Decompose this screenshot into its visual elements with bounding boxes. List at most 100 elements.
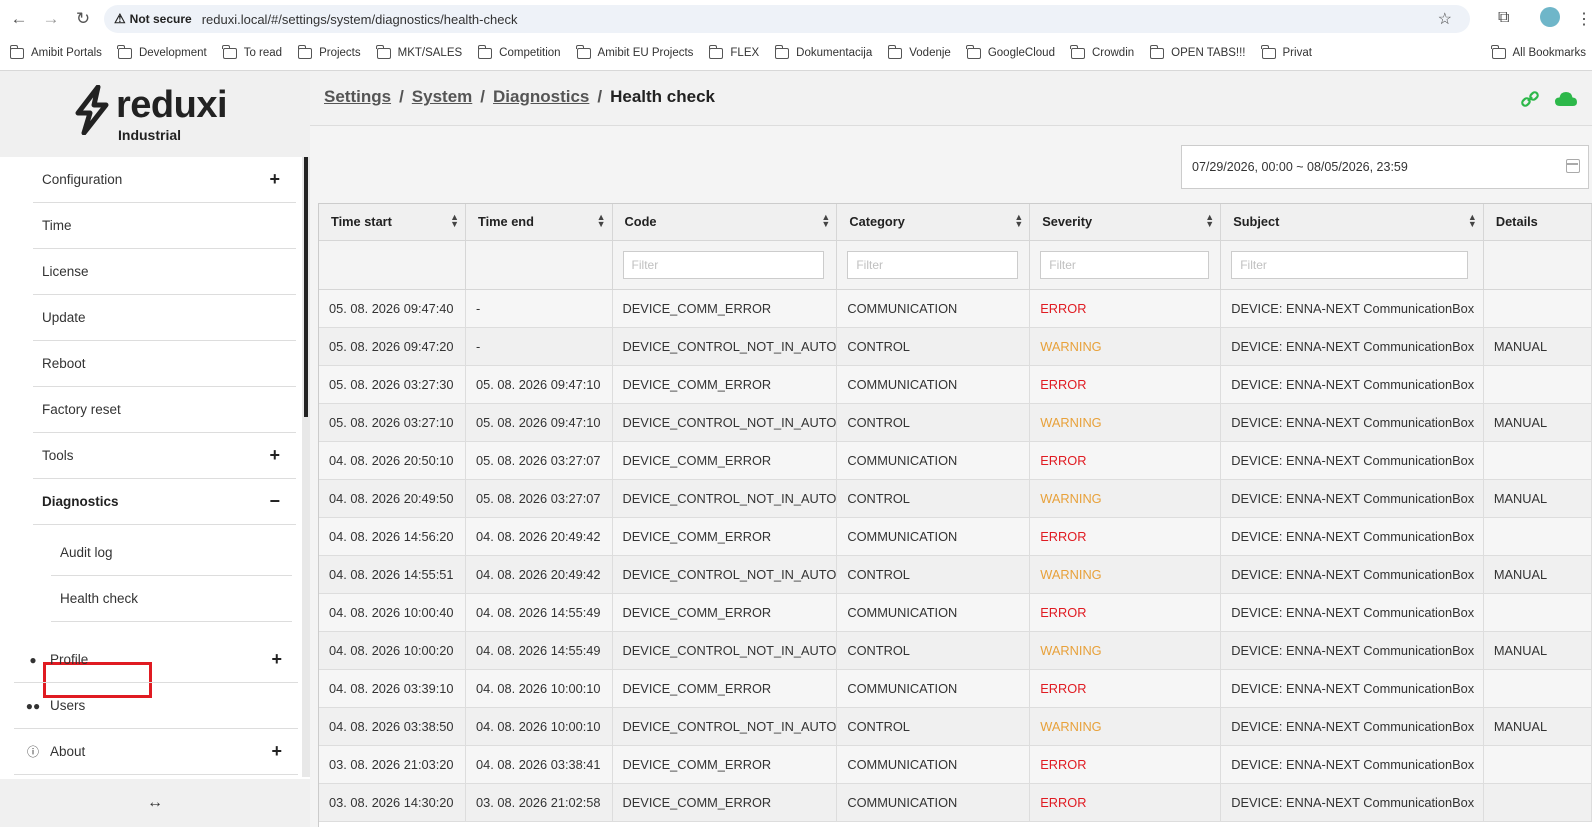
sort-icon[interactable]: ▲ ▼ <box>1468 213 1477 229</box>
security-indicator[interactable]: ⚠ Not secure <box>114 11 192 27</box>
calendar-icon[interactable] <box>1566 159 1580 173</box>
table-row[interactable]: 04. 08. 2026 10:00:40 04. 08. 2026 14:55:… <box>319 593 1592 632</box>
breadcrumb-system[interactable]: System <box>412 87 472 107</box>
table-cell: 05. 08. 2026 09:47:20 <box>319 327 466 366</box>
bookmark-item[interactable]: Dokumentacija <box>774 44 872 59</box>
bookmark-item[interactable]: To read <box>222 44 282 59</box>
breadcrumb-settings[interactable]: Settings <box>324 87 391 107</box>
table-row[interactable]: 03. 08. 2026 21:03:20 04. 08. 2026 03:38:… <box>319 745 1592 784</box>
sidebar-item-profile[interactable]: ● Profile + <box>14 637 298 683</box>
sidebar-item-about[interactable]: ⓘ About + <box>14 729 298 775</box>
minus-icon[interactable]: − <box>269 491 280 512</box>
sort-icon[interactable]: ▲ ▼ <box>597 213 606 229</box>
table-row[interactable]: 05. 08. 2026 09:47:40- DEVICE_COMM_ERROR C… <box>319 289 1592 328</box>
filter-input[interactable] <box>1231 250 1468 279</box>
back-icon[interactable]: ← <box>6 6 32 32</box>
bookmark-item[interactable]: Amibit Portals <box>9 44 102 59</box>
bookmark-item[interactable]: Projects <box>297 44 361 59</box>
sidebar-item-tools[interactable]: Tools + <box>33 433 296 479</box>
table-cell: CONTROL <box>836 403 1031 442</box>
table-cell: DEVICE_CONTROL_NOT_IN_AUTO <box>612 327 838 366</box>
filter-input[interactable] <box>1040 250 1210 279</box>
table-row[interactable]: 04. 08. 2026 20:49:50 05. 08. 2026 03:27:… <box>319 479 1592 518</box>
sort-icon[interactable]: ▲ ▼ <box>1205 213 1214 229</box>
sidebar-subitem-health-check[interactable]: Health check <box>51 576 292 622</box>
table-row[interactable]: 05. 08. 2026 03:27:30 05. 08. 2026 09:47:… <box>319 365 1592 404</box>
bookmark-item[interactable]: FLEX <box>708 44 759 59</box>
table-row[interactable]: 03. 08. 2026 14:30:20 03. 08. 2026 21:02:… <box>319 783 1592 822</box>
reload-icon[interactable]: ↻ <box>70 6 96 32</box>
link-icon[interactable] <box>1520 89 1540 109</box>
date-range-picker[interactable]: 07/29/2026, 00:00 ~ 08/05/2026, 23:59 <box>1181 145 1589 189</box>
bookmark-star-icon[interactable]: ☆ <box>1438 9 1452 29</box>
sidebar-item-update[interactable]: Update <box>33 295 296 341</box>
table-cell: 05. 08. 2026 09:47:10 <box>465 365 613 404</box>
breadcrumb-diagnostics[interactable]: Diagnostics <box>493 87 589 107</box>
address-bar[interactable]: ⚠ Not secure reduxi.local/#/settings/sys… <box>104 5 1470 33</box>
sidebar-item-reboot[interactable]: Reboot <box>33 341 296 387</box>
folder-icon <box>222 44 237 59</box>
page-header: Settings / System / Diagnostics / Health… <box>310 71 1592 126</box>
table-cell: DEVICE_COMM_ERROR <box>612 441 838 480</box>
url-text[interactable]: reduxi.local/#/settings/system/diagnosti… <box>202 12 518 27</box>
column-header[interactable]: Time start ▲ ▼ <box>319 204 466 241</box>
table-row[interactable]: 04. 08. 2026 03:38:50 04. 08. 2026 10:00:… <box>319 707 1592 746</box>
avatar[interactable] <box>1540 7 1560 27</box>
sidebar-item-factory-reset[interactable]: Factory reset <box>33 387 296 433</box>
sidebar-item-configuration[interactable]: Configuration + <box>33 157 296 203</box>
bookmark-item[interactable]: Privat <box>1261 44 1312 59</box>
sidebar-subitem-audit-log[interactable]: Audit log <box>51 530 292 576</box>
table-cell: DEVICE: ENNA-NEXT CommunicationBox <box>1220 555 1484 594</box>
sidebar-item-license[interactable]: License <box>33 249 296 295</box>
column-header[interactable]: Time end ▲ ▼ <box>465 204 613 241</box>
table-row[interactable]: 04. 08. 2026 14:55:51 04. 08. 2026 20:49:… <box>319 555 1592 594</box>
all-bookmarks[interactable]: All Bookmarks <box>1491 40 1586 66</box>
sidebar-item-diagnostics[interactable]: Diagnostics − <box>33 479 296 525</box>
plus-icon[interactable]: + <box>271 649 282 670</box>
filter-cell <box>465 240 613 290</box>
bookmark-item[interactable]: Competition <box>477 44 561 59</box>
sidebar-item-time[interactable]: Time <box>33 203 296 249</box>
column-header[interactable]: Details <box>1483 204 1592 241</box>
header-icons <box>1520 89 1578 109</box>
bookmark-item[interactable]: GoogleCloud <box>966 44 1055 59</box>
sidebar-item-users[interactable]: ●● Users <box>14 683 298 729</box>
forward-icon[interactable]: → <box>38 6 64 32</box>
sort-icon[interactable]: ▲ ▼ <box>821 213 830 229</box>
cloud-icon[interactable] <box>1554 89 1578 109</box>
extensions-icon[interactable]: ⧉ <box>1498 9 1509 27</box>
table-cell: ERROR <box>1029 289 1222 328</box>
folder-icon <box>576 44 591 59</box>
table-row[interactable]: 04. 08. 2026 20:50:10 05. 08. 2026 03:27:… <box>319 441 1592 480</box>
sort-icon[interactable]: ▲ ▼ <box>1014 213 1023 229</box>
table-cell <box>1483 517 1592 556</box>
column-header[interactable]: Subject ▲ ▼ <box>1220 204 1484 241</box>
plus-icon[interactable]: + <box>271 741 282 762</box>
bookmark-item[interactable]: Crowdin <box>1070 44 1134 59</box>
plus-icon[interactable]: + <box>269 169 280 190</box>
bookmark-item[interactable]: Development <box>117 44 207 59</box>
table-row[interactable]: 04. 08. 2026 14:56:20 04. 08. 2026 20:49:… <box>319 517 1592 556</box>
column-header[interactable]: Severity ▲ ▼ <box>1029 204 1222 241</box>
bookmark-item[interactable]: MKT/SALES <box>376 44 462 59</box>
sidebar-scrollbar-thumb[interactable] <box>304 157 308 417</box>
folder-icon <box>1491 44 1506 59</box>
menu-icon[interactable]: ⋮ <box>1576 9 1592 29</box>
sort-icon[interactable]: ▲ ▼ <box>450 213 459 229</box>
sidebar-resize-handle[interactable]: ↔ <box>0 779 310 827</box>
table-cell: 04. 08. 2026 10:00:40 <box>319 593 466 632</box>
bookmark-item[interactable]: Amibit EU Projects <box>576 44 693 59</box>
column-header[interactable]: Code ▲ ▼ <box>612 204 838 241</box>
table-row[interactable]: 04. 08. 2026 03:39:10 04. 08. 2026 10:00:… <box>319 669 1592 708</box>
table-row[interactable]: 04. 08. 2026 10:00:20 04. 08. 2026 14:55:… <box>319 631 1592 670</box>
filter-cell <box>836 240 1031 290</box>
bookmark-item[interactable]: Vodenje <box>887 44 951 59</box>
table-row[interactable]: 05. 08. 2026 03:27:10 05. 08. 2026 09:47:… <box>319 403 1592 442</box>
plus-icon[interactable]: + <box>269 445 280 466</box>
column-header[interactable]: Category ▲ ▼ <box>836 204 1031 241</box>
filter-input[interactable] <box>847 250 1019 279</box>
table-row[interactable]: 05. 08. 2026 09:47:20- DEVICE_CONTROL_NOT… <box>319 327 1592 366</box>
bookmark-item[interactable]: OPEN TABS!!! <box>1149 44 1246 59</box>
filter-input[interactable] <box>622 250 824 279</box>
table-cell: DEVICE_COMM_ERROR <box>612 289 838 328</box>
